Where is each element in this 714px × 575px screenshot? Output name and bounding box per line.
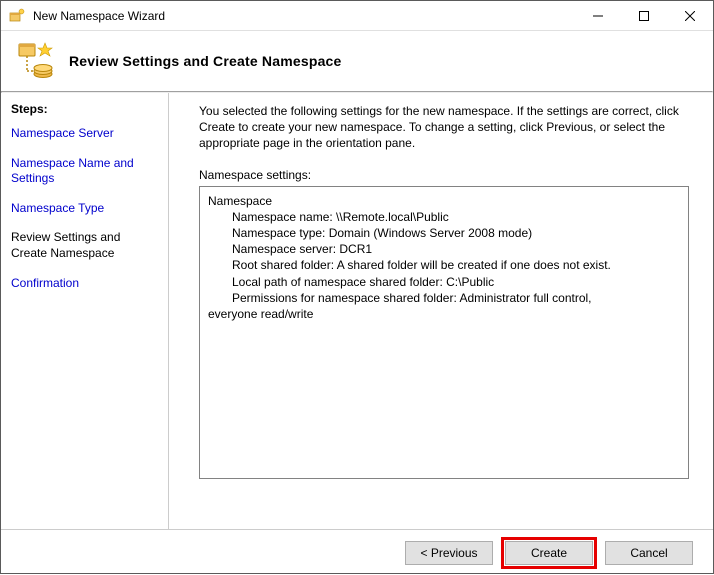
button-bar: < Previous Create Cancel	[1, 529, 713, 575]
step-namespace-name-settings[interactable]: Namespace Name and Settings	[11, 156, 158, 187]
close-button[interactable]	[667, 1, 713, 30]
settings-line-perm2: everyone read/write	[208, 306, 680, 322]
steps-sidebar: Steps: Namespace Server Namespace Name a…	[1, 93, 169, 529]
maximize-button[interactable]	[621, 1, 667, 30]
previous-button[interactable]: < Previous	[405, 541, 493, 565]
settings-line-localpath: Local path of namespace shared folder: C…	[232, 274, 680, 290]
steps-heading: Steps:	[11, 102, 158, 116]
settings-line-server: Namespace server: DCR1	[232, 241, 680, 257]
window-title: New Namespace Wizard	[33, 9, 575, 23]
settings-line-type: Namespace type: Domain (Windows Server 2…	[232, 225, 680, 241]
window-controls	[575, 1, 713, 30]
description-text: You selected the following settings for …	[199, 103, 689, 152]
wizard-header-icon	[15, 41, 55, 81]
settings-line-name: Namespace name: \\Remote.local\Public	[232, 209, 680, 225]
minimize-button[interactable]	[575, 1, 621, 30]
page-title: Review Settings and Create Namespace	[69, 53, 342, 69]
settings-line-root: Root shared folder: A shared folder will…	[232, 257, 680, 273]
step-namespace-server[interactable]: Namespace Server	[11, 126, 158, 142]
wizard-header: Review Settings and Create Namespace	[1, 31, 713, 91]
content-area: You selected the following settings for …	[169, 93, 713, 529]
wizard-icon	[9, 8, 25, 24]
titlebar: New Namespace Wizard	[1, 1, 713, 31]
cancel-button[interactable]: Cancel	[605, 541, 693, 565]
settings-line-perm1: Permissions for namespace shared folder:…	[232, 290, 680, 306]
settings-textbox[interactable]: Namespace Namespace name: \\Remote.local…	[199, 186, 689, 479]
settings-heading: Namespace	[208, 193, 680, 209]
create-button[interactable]: Create	[505, 541, 593, 565]
step-review-settings[interactable]: Review Settings and Create Namespace	[11, 230, 158, 261]
settings-label: Namespace settings:	[199, 168, 689, 182]
step-confirmation[interactable]: Confirmation	[11, 276, 158, 292]
wizard-body: Steps: Namespace Server Namespace Name a…	[1, 93, 713, 529]
step-namespace-type[interactable]: Namespace Type	[11, 201, 158, 217]
